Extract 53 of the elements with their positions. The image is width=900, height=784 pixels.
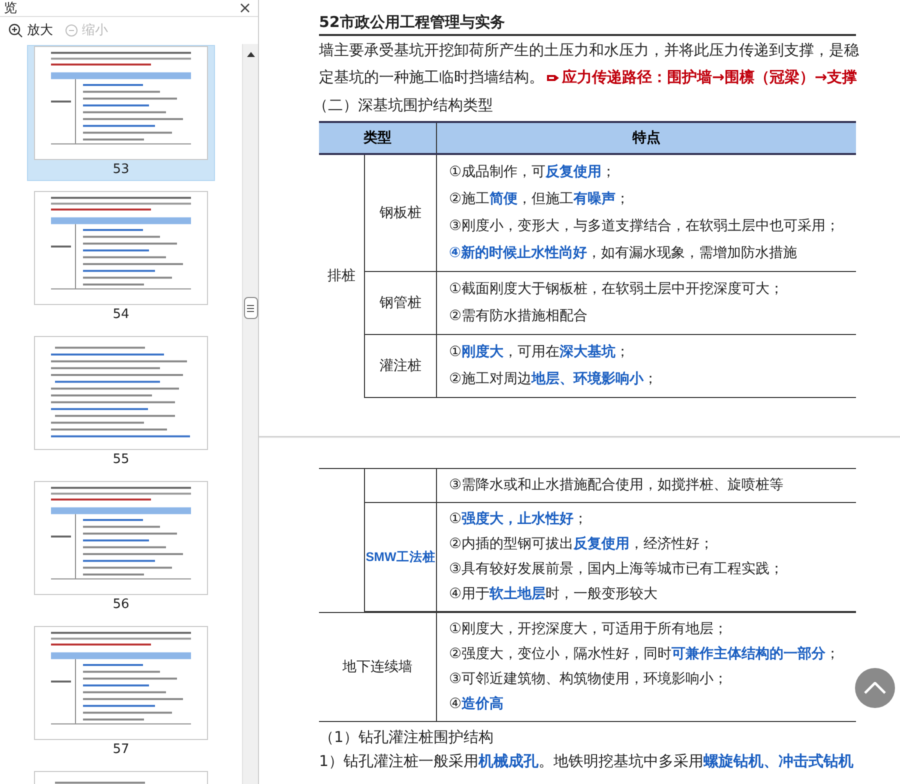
zoom-in-button[interactable]: 放大 (8, 20, 53, 40)
paragraph-text: 1）钻孔灌注桩一般采用机械成孔。地铁明挖基坑中多采用螺旋钻机、冲击式钻机 (319, 751, 854, 772)
cell-text: ②施工简便，但施工有噪声； (449, 190, 631, 209)
row-label: 灌注桩 (380, 356, 422, 376)
page-number: 53 (112, 161, 130, 179)
cell-text: ③具有较好发展前景，国内上海等城市已有工程实践； (449, 560, 785, 579)
cell-text: ②施工对周边地层、环境影响小； (449, 370, 659, 389)
cell-text: ④造价高 (449, 694, 505, 714)
page-number: 55 (112, 451, 130, 469)
cell-text: ①截面刚度大于钢板桩，在软弱土层中开挖深度可大； (449, 280, 785, 299)
scrollbar-thumb[interactable] (244, 297, 258, 319)
page-thumbnail[interactable] (34, 626, 208, 740)
close-icon[interactable] (240, 3, 250, 13)
cell-text: ①强度大，止水性好； (449, 510, 589, 529)
scroll-to-top-button[interactable] (855, 668, 895, 708)
cell-text: ②强度大，变位小，隔水性好，同时可兼作主体结构的一部分； (449, 644, 841, 664)
cell-text: ③可邻近建筑物、构筑物使用，环境影响小； (449, 670, 729, 689)
column-header: 特点 (632, 128, 660, 148)
section-heading: （1）钻孔灌注桩围护结构 (319, 727, 495, 748)
page-thumbnail[interactable] (34, 46, 208, 160)
chevron-up-icon (864, 682, 886, 694)
cell-text: ④新的时候止水性尚好，如有漏水现象，需增加防水措施 (449, 244, 798, 263)
scrollbar[interactable] (242, 44, 258, 784)
column-header: 类型 (364, 128, 392, 148)
row-label: 钢管桩 (380, 294, 422, 312)
page-number: 57 (112, 741, 130, 759)
paragraph-text: 定基坑的一种施工临时挡墙结构。 (319, 67, 544, 88)
cell-text: ①刚度大，开挖深度大，可适用于所有地层； (449, 620, 729, 639)
page-thumbnail[interactable] (34, 481, 208, 595)
cell-text: ①刚度大，可用在深大基坑； (449, 342, 631, 362)
zoom-in-icon (8, 23, 23, 38)
row-label: SMW工法桩 (366, 548, 436, 566)
pointing-hand-icon (546, 72, 560, 82)
zoom-out-icon (65, 24, 78, 37)
cell-text: ①成品制作，可反复使用； (449, 163, 617, 182)
page-thumbnail[interactable] (34, 336, 208, 450)
section-heading: （二）深基坑围护结构类型 (313, 95, 494, 116)
paragraph-text: 墙主要承受基坑开挖卸荷所产生的土压力和水压力，并将此压力传递到支撑，是稳 (319, 40, 860, 61)
row-label: 排桩 (328, 267, 356, 286)
scroll-up-icon[interactable] (246, 52, 254, 57)
page-header: 52市政公用工程管理与实务 (319, 12, 856, 36)
row-label: 钢板桩 (380, 204, 422, 222)
panel-title: 览 (4, 0, 17, 16)
cell-text: ③需降水或和止水措施配合使用，如搅拌桩、旋喷桩等 (449, 476, 785, 495)
stress-path-text: 应力传递路径：围护墙→围檩（冠梁）→支撑 (562, 67, 858, 88)
cell-text: ③刚度小，变形大，与多道支撑结合，在软弱土层中也可采用； (449, 217, 841, 236)
page-number: 56 (112, 596, 130, 614)
row-label: 地下连续墙 (342, 658, 412, 676)
page-number: 54 (112, 306, 130, 324)
cell-text: ②需有防水措施相配合 (449, 307, 589, 326)
cell-text: ②内插的型钢可拔出反复使用，经济性好； (449, 535, 715, 554)
page-thumbnail[interactable] (34, 191, 208, 305)
cell-text: ④用于软土地层时，一般变形较大 (449, 585, 659, 604)
